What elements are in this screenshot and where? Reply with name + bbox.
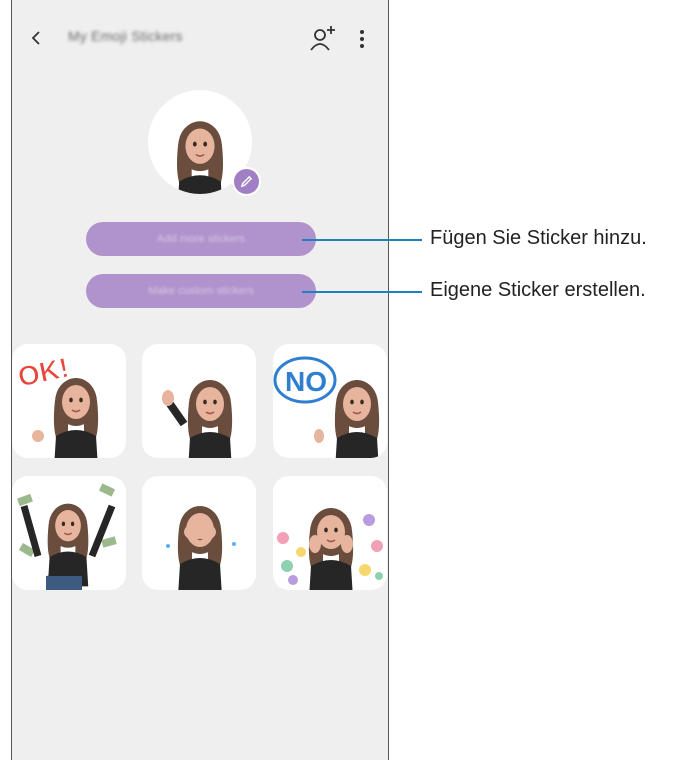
callout-make-custom: Eigene Sticker erstellen. — [430, 279, 646, 301]
app-bar: My Emoji Stickers — [12, 18, 388, 58]
sticker-no[interactable]: NO — [273, 344, 387, 458]
page-title: My Emoji Stickers — [68, 28, 183, 44]
more-options-button[interactable] — [352, 26, 372, 52]
chevron-left-icon — [31, 31, 40, 45]
make-custom-stickers-label: Make custom stickers — [148, 285, 254, 297]
phone-screen: My Emoji Stickers Add more stickers Make… — [11, 0, 389, 760]
add-more-stickers-button[interactable]: Add more stickers — [86, 222, 316, 256]
callout-add-more: Fügen Sie Sticker hinzu. — [430, 227, 647, 249]
add-emoji-icon — [310, 26, 335, 51]
add-emoji-button[interactable] — [308, 24, 338, 54]
sticker-cry[interactable] — [142, 476, 256, 590]
sticker-money[interactable] — [12, 476, 126, 590]
sticker-hearts[interactable] — [273, 476, 387, 590]
sticker-ok[interactable]: OK! — [12, 344, 126, 458]
sticker-text-no: NO — [285, 366, 327, 397]
pencil-icon — [240, 175, 253, 188]
add-more-stickers-label: Add more stickers — [156, 233, 246, 245]
make-custom-stickers-button[interactable]: Make custom stickers — [86, 274, 316, 308]
callout-line-add — [302, 239, 422, 241]
edit-avatar-button[interactable] — [232, 167, 261, 196]
callout-line-make — [302, 291, 422, 293]
back-button[interactable] — [24, 24, 48, 52]
sticker-wave[interactable] — [142, 344, 256, 458]
more-vert-icon — [360, 30, 364, 48]
